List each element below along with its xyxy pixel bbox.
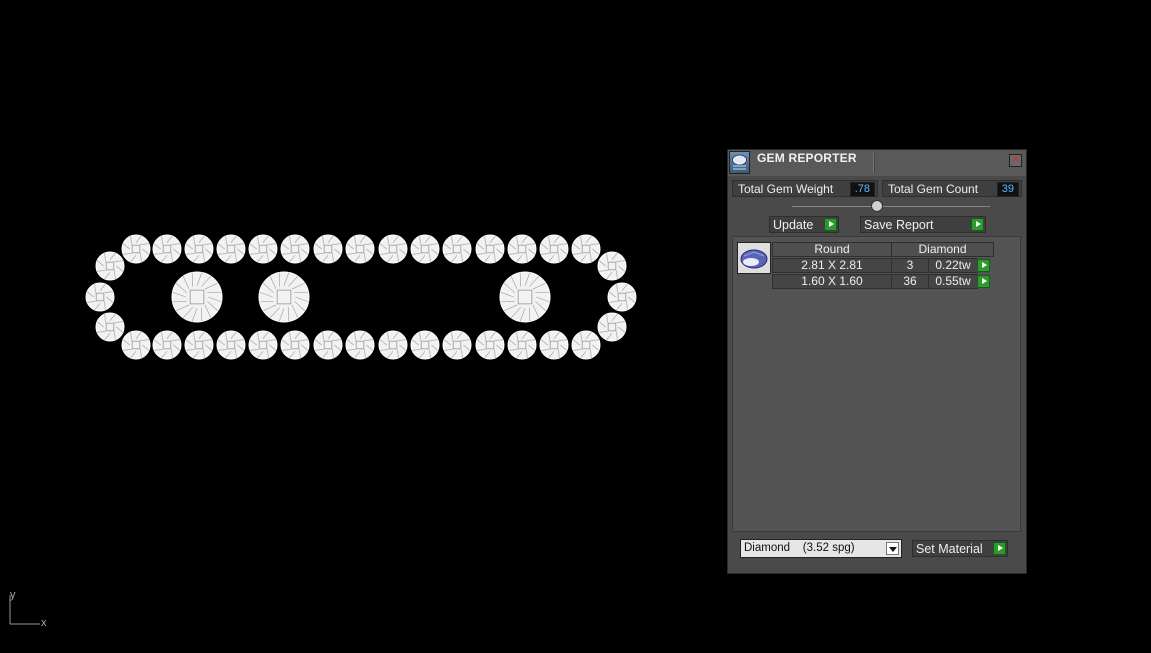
save-report-button-label: Save Report — [864, 218, 934, 232]
close-icon: ✕ — [1010, 154, 1021, 166]
panel-title: GEM REPORTER — [757, 151, 857, 165]
axis-x-label: x — [41, 617, 47, 629]
gem-reporter-icon — [729, 151, 750, 174]
close-button[interactable]: ✕ — [1009, 154, 1022, 167]
set-material-button[interactable]: Set Material — [912, 540, 1008, 557]
accent-stone — [121, 234, 151, 264]
total-gem-count-value: 39 — [996, 182, 1019, 197]
material-select-value: Diamond (3.52 spg) — [744, 542, 855, 554]
accent-stone — [248, 330, 278, 360]
gem-reporter-panel: GEM REPORTER ✕ Total Gem Weight .78 Tota… — [727, 149, 1027, 574]
titlebar-divider — [873, 153, 875, 173]
accent-stone — [410, 234, 440, 264]
accent-stone — [597, 312, 627, 342]
row-select-button[interactable] — [977, 275, 990, 288]
splitter-track — [792, 206, 990, 207]
play-arrow-icon — [824, 218, 837, 231]
accent-stone — [571, 330, 601, 360]
chevron-down-icon[interactable] — [886, 542, 899, 555]
accent-stone — [475, 330, 505, 360]
accent-stone — [410, 330, 440, 360]
accent-stone — [539, 234, 569, 264]
accent-stone — [378, 234, 408, 264]
accent-stone — [280, 234, 310, 264]
total-gem-weight: Total Gem Weight .78 — [732, 180, 878, 197]
splitter-handle[interactable] — [871, 200, 883, 212]
set-material-button-label: Set Material — [916, 542, 983, 556]
material-select[interactable]: Diamond (3.52 spg) — [740, 539, 902, 558]
accent-stone — [216, 330, 246, 360]
play-arrow-icon — [971, 218, 984, 231]
update-button[interactable]: Update — [769, 216, 839, 233]
accent-stone — [345, 234, 375, 264]
accent-stone — [184, 234, 214, 264]
accent-stone — [571, 234, 601, 264]
accent-stone — [475, 234, 505, 264]
accent-stone — [507, 234, 537, 264]
accent-stone — [184, 330, 214, 360]
update-button-label: Update — [773, 218, 814, 232]
accent-stone — [216, 234, 246, 264]
accent-stone — [442, 330, 472, 360]
play-arrow-icon — [993, 542, 1006, 555]
accent-stone — [345, 330, 375, 360]
accent-stone — [313, 330, 343, 360]
accent-stone — [121, 330, 151, 360]
accent-stone — [152, 330, 182, 360]
accent-stone — [280, 330, 310, 360]
table-header-shape: Round — [772, 242, 892, 257]
accent-stone — [248, 234, 278, 264]
panel-titlebar[interactable]: GEM REPORTER ✕ — [728, 150, 1026, 176]
table-cell-size: 2.81 X 2.81 — [772, 258, 892, 273]
center-stone — [171, 271, 223, 323]
accent-stone — [85, 282, 115, 312]
table-cell-size: 1.60 X 1.60 — [772, 274, 892, 289]
accent-stone — [95, 312, 125, 342]
total-gem-count: Total Gem Count 39 — [882, 180, 1022, 197]
total-gem-weight-value: .78 — [849, 182, 875, 197]
table-cell-weight: 0.22tw — [928, 258, 978, 273]
accent-stone — [152, 234, 182, 264]
accent-stone — [313, 234, 343, 264]
row-select-button[interactable] — [977, 259, 990, 272]
accent-stone — [95, 251, 125, 281]
total-gem-weight-label: Total Gem Weight — [738, 182, 834, 196]
table-cell-count: 3 — [891, 258, 929, 273]
center-stone — [258, 271, 310, 323]
axis-y-label: y — [10, 589, 16, 601]
save-report-button[interactable]: Save Report — [860, 216, 986, 233]
table-header-material: Diamond — [891, 242, 994, 257]
table-cell-weight: 0.55tw — [928, 274, 978, 289]
accent-stone — [442, 234, 472, 264]
center-stone — [499, 271, 551, 323]
table-cell-count: 36 — [891, 274, 929, 289]
accent-stone — [378, 330, 408, 360]
total-gem-count-label: Total Gem Count — [888, 182, 979, 196]
accent-stone — [507, 330, 537, 360]
gem-thumbnail-icon[interactable] — [737, 242, 771, 274]
accent-stone — [607, 282, 637, 312]
accent-stone — [539, 330, 569, 360]
accent-stone — [597, 251, 627, 281]
